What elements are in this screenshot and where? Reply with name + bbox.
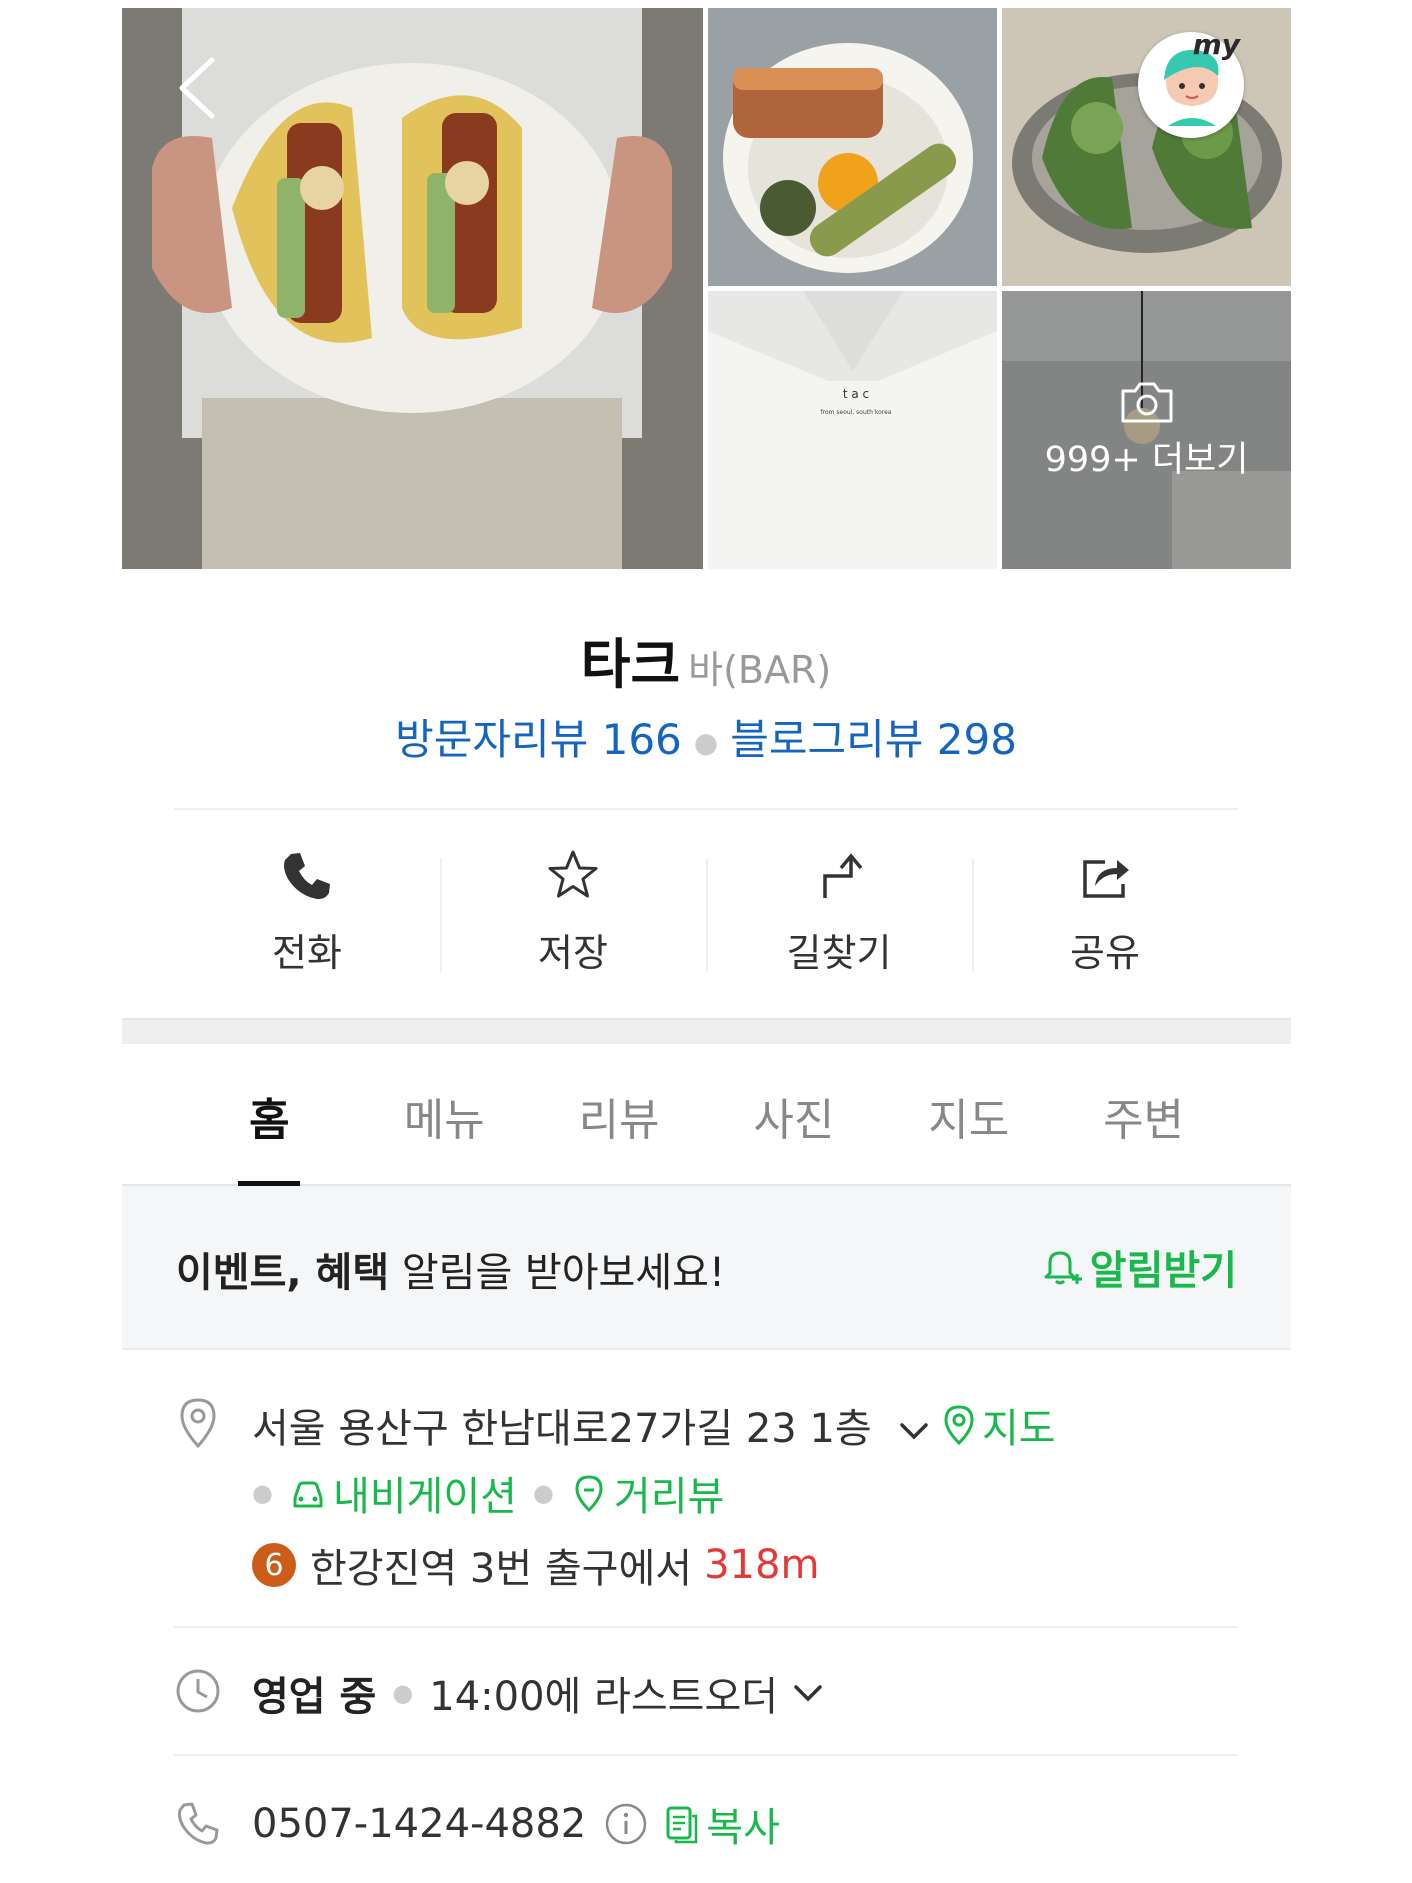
- phone-icon: [284, 853, 330, 900]
- tab-home[interactable]: 홈: [182, 1044, 357, 1184]
- photo-shirt-logo[interactable]: t a c from seoul, south korea: [708, 291, 997, 569]
- chevron-down-icon[interactable]: [894, 1411, 934, 1451]
- streetview-pin-icon: [575, 1475, 603, 1512]
- separator-dot: ●: [532, 1479, 554, 1507]
- section-gap: [122, 1018, 1291, 1044]
- separator-dot: ●: [693, 726, 719, 759]
- directions-button[interactable]: 길찾기: [706, 830, 972, 980]
- place-name: 타크: [580, 633, 681, 696]
- divider: [174, 1626, 1238, 1628]
- back-button[interactable]: [172, 52, 228, 124]
- save-button[interactable]: 저장: [440, 830, 706, 980]
- address-row[interactable]: 서울 용산구 한남대로27가길 23 1층: [252, 1396, 934, 1454]
- camera-icon: [1121, 382, 1172, 422]
- share-icon: [1083, 860, 1129, 898]
- my-badge-text: my: [1192, 28, 1240, 61]
- photo-pork-bowl[interactable]: [708, 8, 997, 286]
- call-label: 전화: [272, 931, 342, 975]
- place-title: 타크 바(BAR): [0, 620, 1412, 699]
- address-sub-links: ● 내비게이션 ● 거리뷰: [252, 1464, 724, 1522]
- directions-label: 길찾기: [786, 931, 892, 975]
- info-icon[interactable]: [604, 1802, 648, 1846]
- share-button[interactable]: 공유: [972, 830, 1238, 980]
- divider: [174, 808, 1238, 810]
- notice-text: 이벤트, 혜택 알림을 받아보세요!: [176, 1240, 725, 1298]
- subscribe-alert-label: 알림받기: [1089, 1248, 1237, 1294]
- phone-number[interactable]: 0507-1424-4882: [252, 1801, 586, 1847]
- more-photos-label: 999+ 더보기: [1044, 439, 1249, 480]
- tab-menu[interactable]: 메뉴: [357, 1044, 532, 1184]
- streetview-label: 거리뷰: [613, 1474, 725, 1520]
- copy-phone-button[interactable]: 복사: [662, 1795, 780, 1853]
- clock-icon: [176, 1669, 220, 1713]
- blog-reviews-link[interactable]: 블로그리뷰 298: [730, 715, 1017, 764]
- tab-nearby[interactable]: 주변: [1056, 1044, 1231, 1184]
- map-link[interactable]: 지도: [942, 1396, 1056, 1454]
- copy-label: 복사: [706, 1805, 780, 1851]
- tab-photo[interactable]: 사진: [706, 1044, 881, 1184]
- phone-outline-icon: [177, 1802, 219, 1845]
- call-button[interactable]: 전화: [174, 830, 440, 980]
- map-pin-icon: [944, 1405, 974, 1446]
- subway-text: 한강진역 3번 출구에서: [310, 1546, 693, 1592]
- save-label: 저장: [538, 931, 608, 975]
- more-photos-button[interactable]: 999+ 더보기: [1002, 291, 1291, 569]
- my-profile-badge[interactable]: my: [1138, 28, 1244, 138]
- directions-icon: [823, 853, 863, 898]
- car-icon: [293, 1481, 323, 1508]
- map-link-label: 지도: [982, 1406, 1056, 1452]
- separator-dot: ●: [392, 1679, 414, 1707]
- tab-bar: 홈 메뉴 리뷰 사진 지도 주변: [122, 1044, 1291, 1186]
- subway-line-badge: 6: [252, 1543, 296, 1587]
- tab-review[interactable]: 리뷰: [532, 1044, 707, 1184]
- address-text: 서울 용산구 한남대로27가길 23 1층: [252, 1406, 872, 1452]
- bell-plus-icon: [1044, 1251, 1082, 1285]
- notification-banner: 이벤트, 혜택 알림을 받아보세요! 알림받기: [122, 1186, 1291, 1350]
- separator-dot: ●: [252, 1479, 273, 1507]
- subscribe-alert-button[interactable]: 알림받기: [1036, 1238, 1237, 1296]
- svg-text:from seoul, south korea: from seoul, south korea: [821, 409, 892, 416]
- subway-info: 6 한강진역 3번 출구에서 318m: [252, 1536, 819, 1594]
- chevron-down-icon[interactable]: [788, 1673, 828, 1713]
- share-label: 공유: [1070, 931, 1140, 975]
- streetview-link[interactable]: 거리뷰: [570, 1464, 724, 1522]
- location-pin-icon: [180, 1398, 216, 1449]
- phone-row: 0507-1424-4882 복사: [252, 1795, 780, 1853]
- notice-rest: 알림을 받아보세요!: [389, 1250, 725, 1296]
- review-summary: 방문자리뷰 166 ● 블로그리뷰 298: [0, 706, 1412, 767]
- divider: [174, 1754, 1238, 1756]
- business-hours-row[interactable]: 영업 중 ● 14:00에 라스트오더: [252, 1664, 828, 1722]
- action-bar: 전화 저장 길찾기 공유: [174, 830, 1238, 980]
- notice-bold: 이벤트, 혜택: [176, 1250, 390, 1296]
- copy-icon: [666, 1806, 698, 1844]
- hours-status: 영업 중: [252, 1674, 377, 1720]
- navigation-label: 내비게이션: [332, 1474, 517, 1520]
- navigation-link[interactable]: 내비게이션: [289, 1464, 517, 1522]
- star-icon: [548, 850, 598, 898]
- chevron-left-icon: [179, 57, 215, 119]
- svg-text:t a c: t a c: [843, 387, 869, 401]
- subway-distance: 318m: [704, 1542, 820, 1588]
- hours-detail: 14:00에 라스트오더: [429, 1674, 779, 1720]
- tab-map[interactable]: 지도: [881, 1044, 1056, 1184]
- visitor-reviews-link[interactable]: 방문자리뷰 166: [395, 715, 682, 764]
- place-category: 바(BAR): [688, 648, 832, 692]
